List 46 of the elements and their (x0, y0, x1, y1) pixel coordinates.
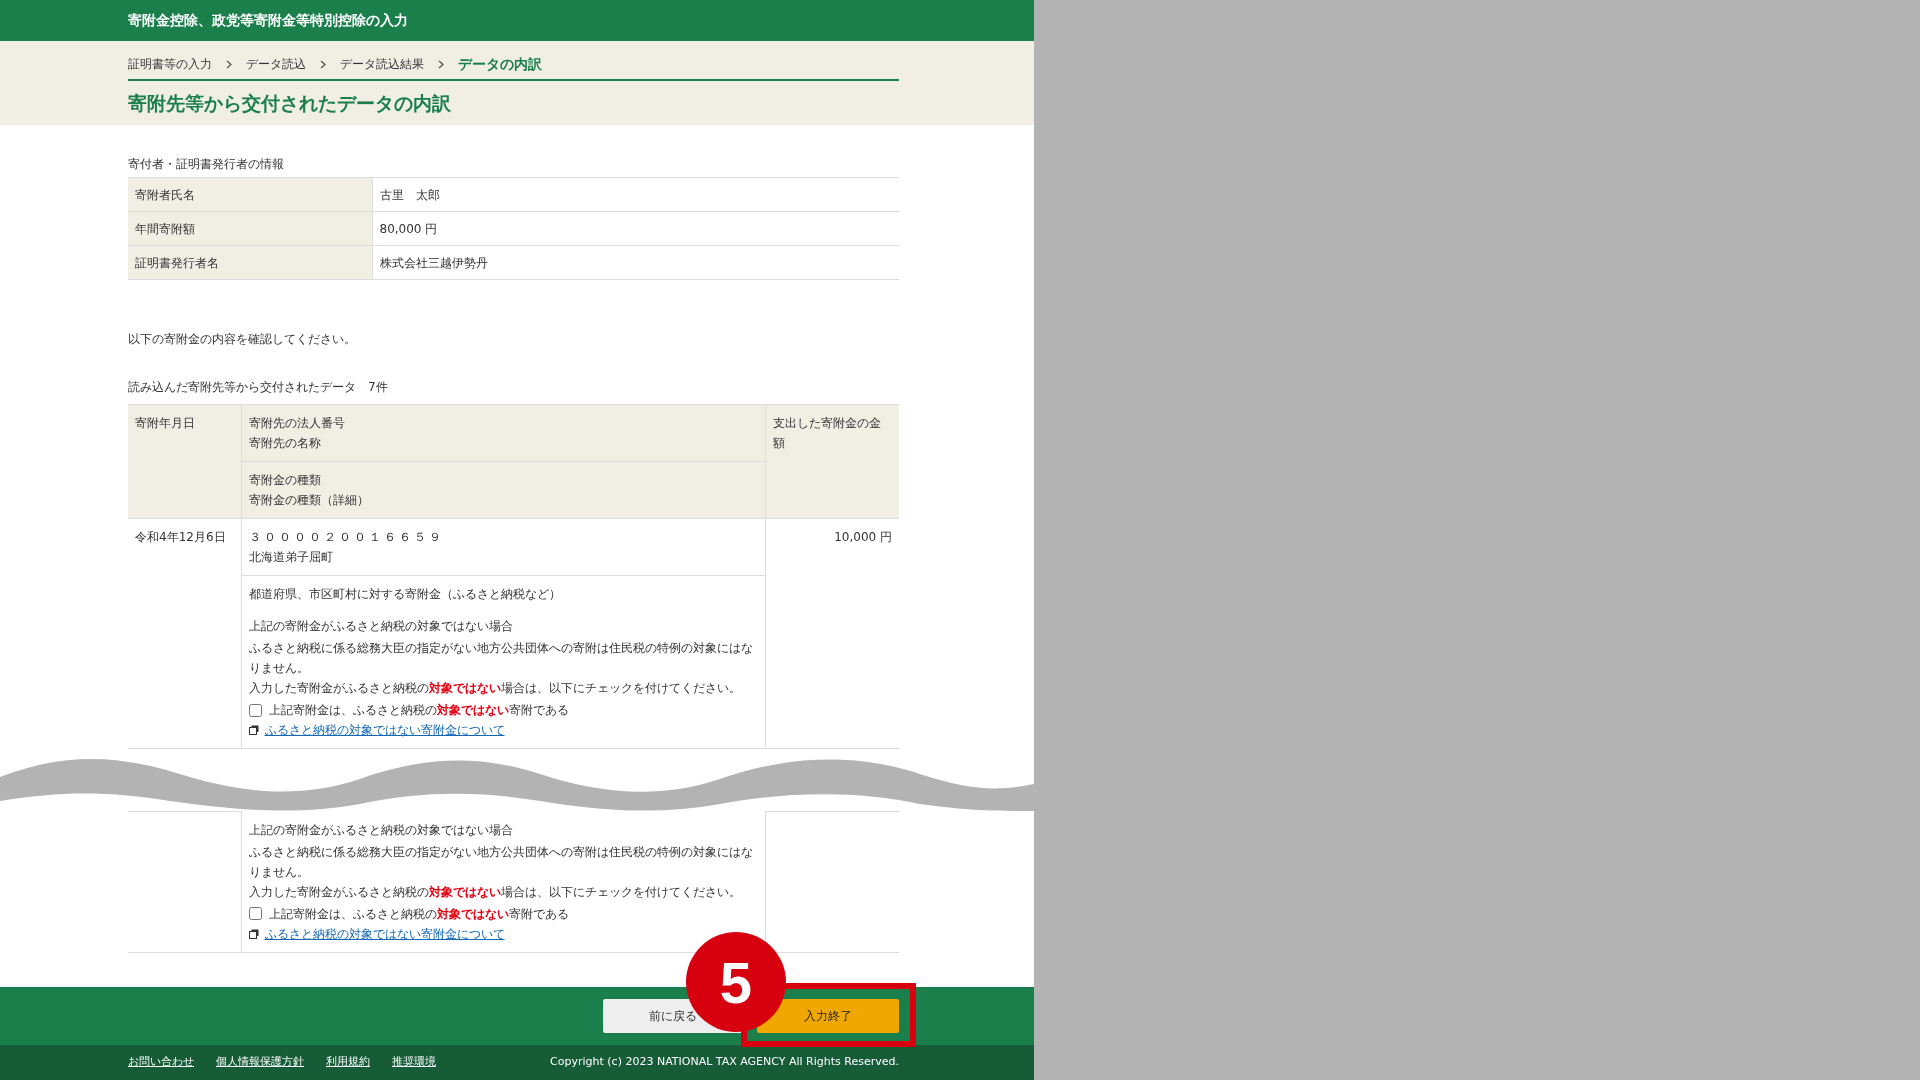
header-title: 寄附金控除、政党等寄附金等特別控除の入力 (0, 0, 1034, 41)
page-title: 寄附先等から交付されたデータの内訳 (128, 91, 452, 116)
column-header: 寄附先の法人番号 寄附先の名称 (241, 404, 765, 462)
section-caption: 寄付者・証明書発行者の情報 (128, 156, 285, 173)
notice-text: ふるさと納税に係る総務大臣の指定がない地方公共団体への寄附は住民税の特例の対象にはなりません。 (248, 640, 754, 677)
table-cell: 株式会社三越伊勢丹 (372, 245, 899, 280)
donation-type: 都道府県、市区町村に対する寄附金（ふるさと納税など） (248, 586, 562, 603)
table-cell: 80,000 円 (372, 211, 899, 246)
checkbox-label: 上記寄附金は、ふるさと納税の対象ではない寄附である (268, 702, 569, 719)
checkbox[interactable] (248, 703, 262, 717)
instruction-text: 以下の寄附金の内容を確認してください。 (128, 331, 357, 348)
table-cell: 古里 太郎 (372, 177, 899, 212)
corporate-number: ３００００２００１６６５９ (248, 529, 445, 546)
checkbox-label: 上記寄附金は、ふるさと納税の対象ではない寄附である (268, 905, 569, 923)
breadcrumb-item: データ読込結果 (340, 57, 424, 73)
checkbox[interactable] (248, 907, 262, 920)
table-header-cell: 証明書発行者名 (128, 245, 372, 280)
recipient-name: 北海道弟子屈町 (248, 549, 334, 566)
help-link[interactable]: ふるさと納税の対象ではない寄附金について (264, 720, 505, 740)
finish-button[interactable]: 入力終了 (757, 999, 899, 1033)
check-instruction: 入力した寄附金がふるさと納税の対象ではない場合は、以下にチェックを付けてください。 (248, 883, 742, 901)
chevron-icon (438, 60, 444, 69)
new-window-icon (248, 928, 259, 939)
help-link[interactable]: ふるさと納税の対象ではない寄附金について (264, 923, 505, 944)
breadcrumb-item: 証明書等の入力 (128, 57, 212, 73)
chevron-icon (226, 60, 232, 69)
column-header: 支出した寄附金の金額 (765, 404, 899, 519)
column-header: 寄附年月日 (128, 404, 241, 519)
breadcrumb-item: データ読込 (246, 57, 306, 73)
footer-link[interactable]: 個人情報保護方針 (216, 1054, 304, 1071)
column-header: 寄附金の種類 寄附金の種類（詳細） (241, 461, 765, 519)
copyright-text: Copyright (c) 2023 NATIONAL TAX AGENCY All Rights Reserved. (550, 1054, 899, 1071)
chevron-icon (320, 60, 326, 69)
notice-text: ふるさと納税に係る総務大臣の指定がない地方公共団体への寄附は住民税の特例の対象にはなりません。 (248, 843, 754, 881)
notice-title: 上記の寄附金がふるさと納税の対象ではない場合 (248, 618, 514, 635)
footer-link[interactable]: 利用規約 (326, 1054, 370, 1071)
table-cell: 令和4年12月6日 (128, 518, 241, 749)
table-header-cell: 年間寄附額 (128, 211, 372, 246)
new-window-icon (248, 725, 259, 735)
check-instruction: 入力した寄附金がふるさと納税の対象ではない場合は、以下にチェックを付けてください。 (248, 680, 742, 697)
data-caption: 読み込んだ寄附先等から交付されたデータ 7件 (128, 379, 389, 396)
notice-title: 上記の寄附金がふるさと納税の対象ではない場合 (248, 821, 514, 839)
footer-link[interactable]: お問い合わせ (128, 1054, 194, 1071)
table-header-cell: 寄附者氏名 (128, 177, 372, 212)
footer-link[interactable]: 推奨環境 (392, 1054, 436, 1071)
breadcrumb-item: データの内訳 (458, 54, 542, 73)
